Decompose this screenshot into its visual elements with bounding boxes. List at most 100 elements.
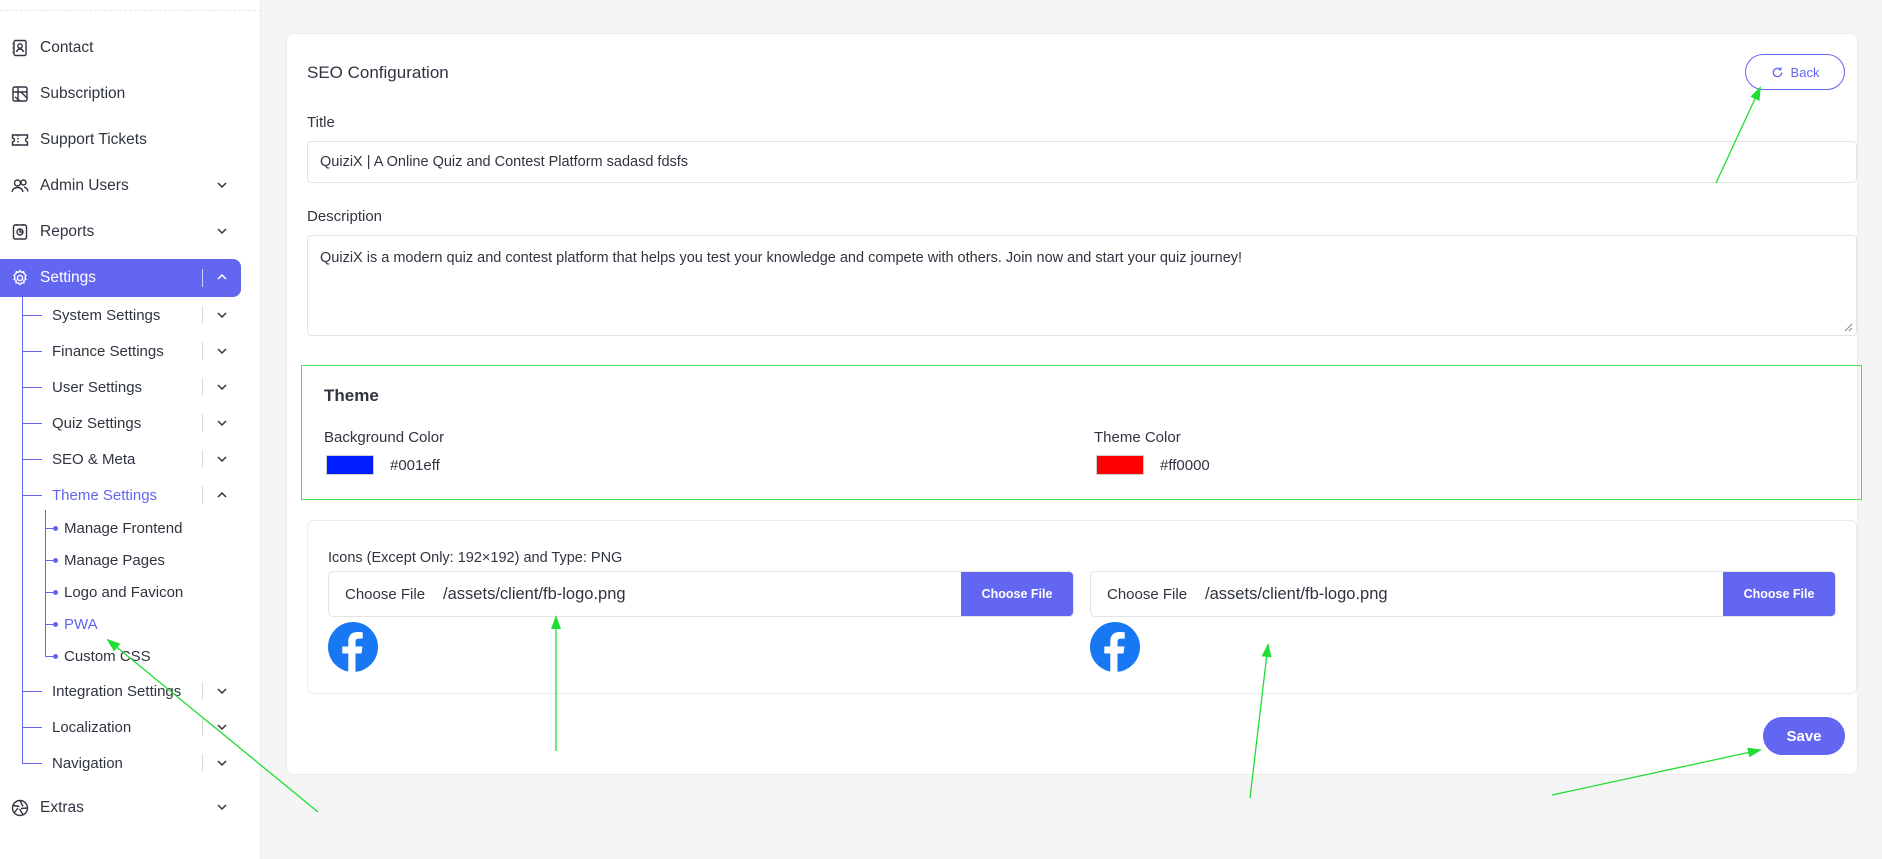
sidebar-item-label: Quiz Settings — [52, 414, 142, 432]
resize-handle-icon[interactable] — [1844, 323, 1853, 332]
theme-color-label: Theme Color — [1094, 429, 1181, 446]
sidebar-item-label: Settings — [40, 269, 97, 286]
chevron-up-icon — [217, 273, 227, 280]
reports-icon — [10, 222, 30, 242]
sidebar-item-system-settings[interactable]: System Settings — [22, 300, 241, 330]
sidebar-item-custom-css[interactable]: Custom CSS — [45, 642, 151, 670]
facebook-logo-icon — [1090, 622, 1140, 672]
sidebar-item-admin-users[interactable]: Admin Users — [0, 167, 241, 205]
background-color-swatch[interactable] — [326, 455, 374, 475]
icons-section: Icons (Except Only: 192×192) and Type: P… — [307, 520, 1857, 694]
aperture-icon — [10, 798, 30, 818]
bullet-dot — [53, 621, 58, 627]
tree-connector — [45, 559, 53, 561]
sidebar-item-label: Manage Frontend — [64, 519, 183, 537]
sidebar-item-label: Finance Settings — [52, 342, 164, 360]
sidebar-item-label: User Settings — [52, 378, 143, 396]
tree-connector — [45, 527, 53, 529]
sidebar-item-localization[interactable]: Localization — [22, 712, 241, 742]
divider — [202, 754, 203, 772]
divider — [202, 450, 203, 468]
back-button[interactable]: Back — [1745, 54, 1845, 90]
sidebar-item-label: System Settings — [52, 306, 161, 324]
description-textarea-value: QuiziX is a modern quiz and contest plat… — [320, 250, 1243, 266]
sidebar-item-subscription[interactable]: Subscription — [0, 75, 241, 113]
sidebar-item-navigation[interactable]: Navigation — [22, 748, 241, 778]
background-color-label: Background Color — [324, 429, 445, 446]
chevron-down-icon — [217, 804, 227, 811]
chevron-down-icon — [217, 348, 227, 355]
sidebar-item-label: Support Tickets — [40, 131, 147, 148]
tree-connector — [22, 422, 42, 424]
sidebar-item-integration-settings[interactable]: Integration Settings — [22, 676, 241, 706]
sidebar-item-theme-settings[interactable]: Theme Settings — [22, 480, 241, 510]
theme-color-swatch[interactable] — [1096, 455, 1144, 475]
sidebar-item-reports[interactable]: Reports — [0, 213, 241, 251]
sidebar-item-label: Manage Pages — [64, 551, 165, 569]
sidebar-item-label: Contact — [40, 39, 94, 56]
tree-connector — [45, 591, 53, 593]
sidebar-item-label: SEO & Meta — [52, 450, 136, 468]
tree-connector — [22, 762, 42, 764]
choose-file-label[interactable]: Choose File — [345, 586, 425, 603]
tree-connector — [22, 386, 42, 388]
sidebar-item-manage-frontend[interactable]: Manage Frontend — [45, 514, 182, 542]
chevron-down-icon — [217, 312, 227, 319]
theme-color-value: #ff0000 — [1160, 457, 1210, 474]
sidebar-item-label: PWA — [64, 615, 98, 633]
sidebar-item-label: Logo and Favicon — [64, 583, 184, 601]
divider — [202, 378, 203, 396]
title-input[interactable]: QuiziX | A Online Quiz and Contest Platf… — [307, 141, 1857, 183]
sidebar-item-label: Reports — [40, 223, 95, 240]
icon-file-input-2[interactable]: Choose File /assets/client/fb-logo.png C… — [1090, 571, 1836, 617]
description-textarea[interactable]: QuiziX is a modern quiz and contest plat… — [307, 235, 1857, 336]
icons-heading: Icons (Except Only: 192×192) and Type: P… — [328, 550, 623, 566]
sidebar-item-label: Extras — [40, 799, 84, 816]
divider — [202, 342, 203, 360]
bullet-dot — [53, 525, 58, 531]
gear-icon — [10, 268, 30, 288]
sidebar-item-quiz-settings[interactable]: Quiz Settings — [22, 408, 241, 438]
ticket-icon — [10, 130, 30, 150]
chevron-down-icon — [217, 182, 227, 189]
sidebar-item-label: Localization — [52, 718, 132, 736]
bullet-dot — [53, 653, 58, 659]
sidebar-item-seo-meta[interactable]: SEO & Meta — [22, 444, 241, 474]
tree-connector — [22, 314, 42, 316]
sidebar-item-manage-pages[interactable]: Manage Pages — [45, 546, 165, 574]
sidebar-item-support-tickets[interactable]: Support Tickets — [0, 121, 241, 159]
file-path: /assets/client/fb-logo.png — [1205, 584, 1388, 603]
choose-file-button[interactable]: Choose File — [1723, 572, 1835, 616]
theme-section: Theme Background Color #001eff Theme Col… — [301, 365, 1862, 500]
contact-book-icon — [10, 38, 30, 58]
sidebar-item-label: Navigation — [52, 754, 123, 772]
sidebar-item-extras[interactable]: Extras — [0, 789, 241, 827]
tree-connector — [22, 350, 42, 352]
page-title: SEO Configuration — [307, 63, 449, 82]
tree-connector — [22, 458, 42, 460]
back-button-label: Back — [1790, 64, 1820, 80]
tree-connector — [22, 726, 42, 728]
divider — [202, 306, 203, 324]
sidebar-item-pwa[interactable]: PWA — [45, 610, 98, 638]
tree-connector — [22, 494, 42, 496]
chevron-down-icon — [217, 456, 227, 463]
sidebar: Contact Subscription Support Tickets Adm… — [0, 0, 261, 859]
chevron-down-icon — [217, 384, 227, 391]
sidebar-item-finance-settings[interactable]: Finance Settings — [22, 336, 241, 366]
sidebar-item-logo-favicon[interactable]: Logo and Favicon — [45, 578, 183, 606]
icon-file-input-1[interactable]: Choose File /assets/client/fb-logo.png C… — [328, 571, 1074, 617]
sidebar-item-user-settings[interactable]: User Settings — [22, 372, 241, 402]
save-button[interactable]: Save — [1763, 717, 1845, 755]
title-label: Title — [307, 114, 335, 131]
divider — [202, 414, 203, 432]
facebook-logo-icon — [328, 622, 378, 672]
file-path: /assets/client/fb-logo.png — [443, 584, 626, 603]
sidebar-item-settings[interactable]: Settings — [0, 259, 241, 297]
chevron-down-icon — [217, 228, 227, 235]
subscription-icon — [10, 84, 30, 104]
choose-file-button[interactable]: Choose File — [961, 572, 1073, 616]
choose-file-label[interactable]: Choose File — [1107, 586, 1187, 603]
users-icon — [10, 176, 30, 196]
sidebar-item-contact[interactable]: Contact — [0, 29, 241, 67]
